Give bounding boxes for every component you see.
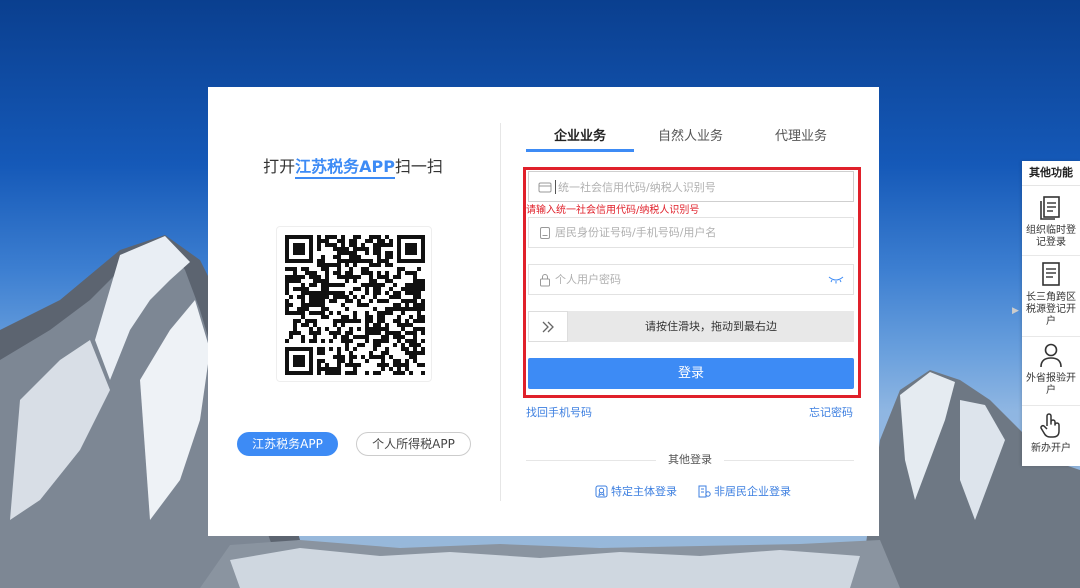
side-separator <box>1022 255 1080 256</box>
slider-hint: 请按住滑块，拖动到最右边 <box>645 320 777 333</box>
other-login-divider: 其他登录 <box>526 452 854 468</box>
side-item-temp-registration-label: 组织临时登记登录 <box>1026 225 1076 248</box>
eye-closed-icon[interactable] <box>828 275 844 285</box>
side-item-temp-registration[interactable]: 组织临时登记登录 <box>1022 193 1080 249</box>
jiangsu-tax-app-button[interactable]: 江苏税务APP <box>237 432 338 456</box>
side-item-new-account[interactable]: 新办开户 <box>1022 411 1080 455</box>
double-chevron-right-icon <box>542 321 554 332</box>
vertical-divider <box>500 123 501 501</box>
special-entity-login-label: 特定主体登录 <box>611 485 677 498</box>
building-id-icon <box>698 485 711 497</box>
id-card-icon <box>540 227 550 239</box>
credit-code-field[interactable] <box>528 171 854 202</box>
collapse-arrow-icon[interactable]: ▶ <box>1012 306 1019 316</box>
login-button[interactable]: 登录 <box>528 358 854 389</box>
list-icon <box>1042 262 1060 286</box>
qr-title-app-name: 江苏税务APP <box>295 157 395 179</box>
qr-code <box>276 226 432 382</box>
slider-handle[interactable] <box>528 311 568 342</box>
lock-icon <box>540 274 550 287</box>
password-field[interactable] <box>528 264 854 295</box>
personal-income-tax-app-button[interactable]: 个人所得税APP <box>356 432 471 456</box>
document-icon <box>1040 196 1060 220</box>
hand-pointer-icon <box>1040 413 1060 438</box>
divider-line-right <box>724 460 854 461</box>
recover-phone-link[interactable]: 找回手机号码 <box>526 404 592 420</box>
side-separator <box>1022 336 1080 337</box>
id-number-input[interactable] <box>555 218 835 247</box>
tab-natural-person-business[interactable]: 自然人业务 <box>658 125 723 144</box>
active-tab-indicator <box>526 149 634 152</box>
side-item-new-account-label: 新办开户 <box>1031 443 1071 454</box>
side-item-yangtze-registration-label: 长三角跨区税源登记开户 <box>1026 292 1076 327</box>
special-entity-login-link[interactable]: 特定主体登录 <box>595 483 677 499</box>
other-functions-title: 其他功能 <box>1022 161 1080 186</box>
tab-enterprise-business[interactable]: 企业业务 <box>554 125 606 144</box>
side-item-out-of-province-label: 外省报验开户 <box>1026 373 1076 396</box>
tab-agency-business[interactable]: 代理业务 <box>775 125 827 144</box>
qr-title-prefix: 打开 <box>263 157 296 176</box>
qr-title-suffix: 扫一扫 <box>394 157 443 176</box>
credit-code-error: 请输入统一社会信用代码/纳税人识别号 <box>526 205 700 216</box>
side-item-yangtze-registration[interactable]: 长三角跨区税源登记开户 <box>1022 260 1080 328</box>
slider-captcha[interactable]: 请按住滑块，拖动到最右边 <box>528 311 854 342</box>
nonresident-login-label: 非居民企业登录 <box>714 485 791 498</box>
login-card: 打开江苏税务APP扫一扫 江苏税务APP 个人所得税APP 企业业务 自然人业务… <box>208 87 879 536</box>
credit-code-input[interactable] <box>555 180 835 194</box>
nonresident-login-link[interactable]: 非居民企业登录 <box>698 483 791 499</box>
qr-code-image <box>285 235 425 375</box>
other-functions-panel: 其他功能 组织临时登记登录 长三角跨区税源登记开户 外省报验开户 新办开户 <box>1022 161 1080 466</box>
forgot-password-link[interactable]: 忘记密码 <box>809 404 853 420</box>
qr-scan-title: 打开江苏税务APP扫一扫 <box>258 153 448 179</box>
password-input[interactable] <box>555 265 835 294</box>
card-icon <box>538 182 552 193</box>
user-icon <box>1040 343 1062 368</box>
side-item-out-of-province[interactable]: 外省报验开户 <box>1022 341 1080 397</box>
id-number-field[interactable] <box>528 217 854 248</box>
side-separator <box>1022 405 1080 406</box>
badge-icon <box>595 485 608 497</box>
